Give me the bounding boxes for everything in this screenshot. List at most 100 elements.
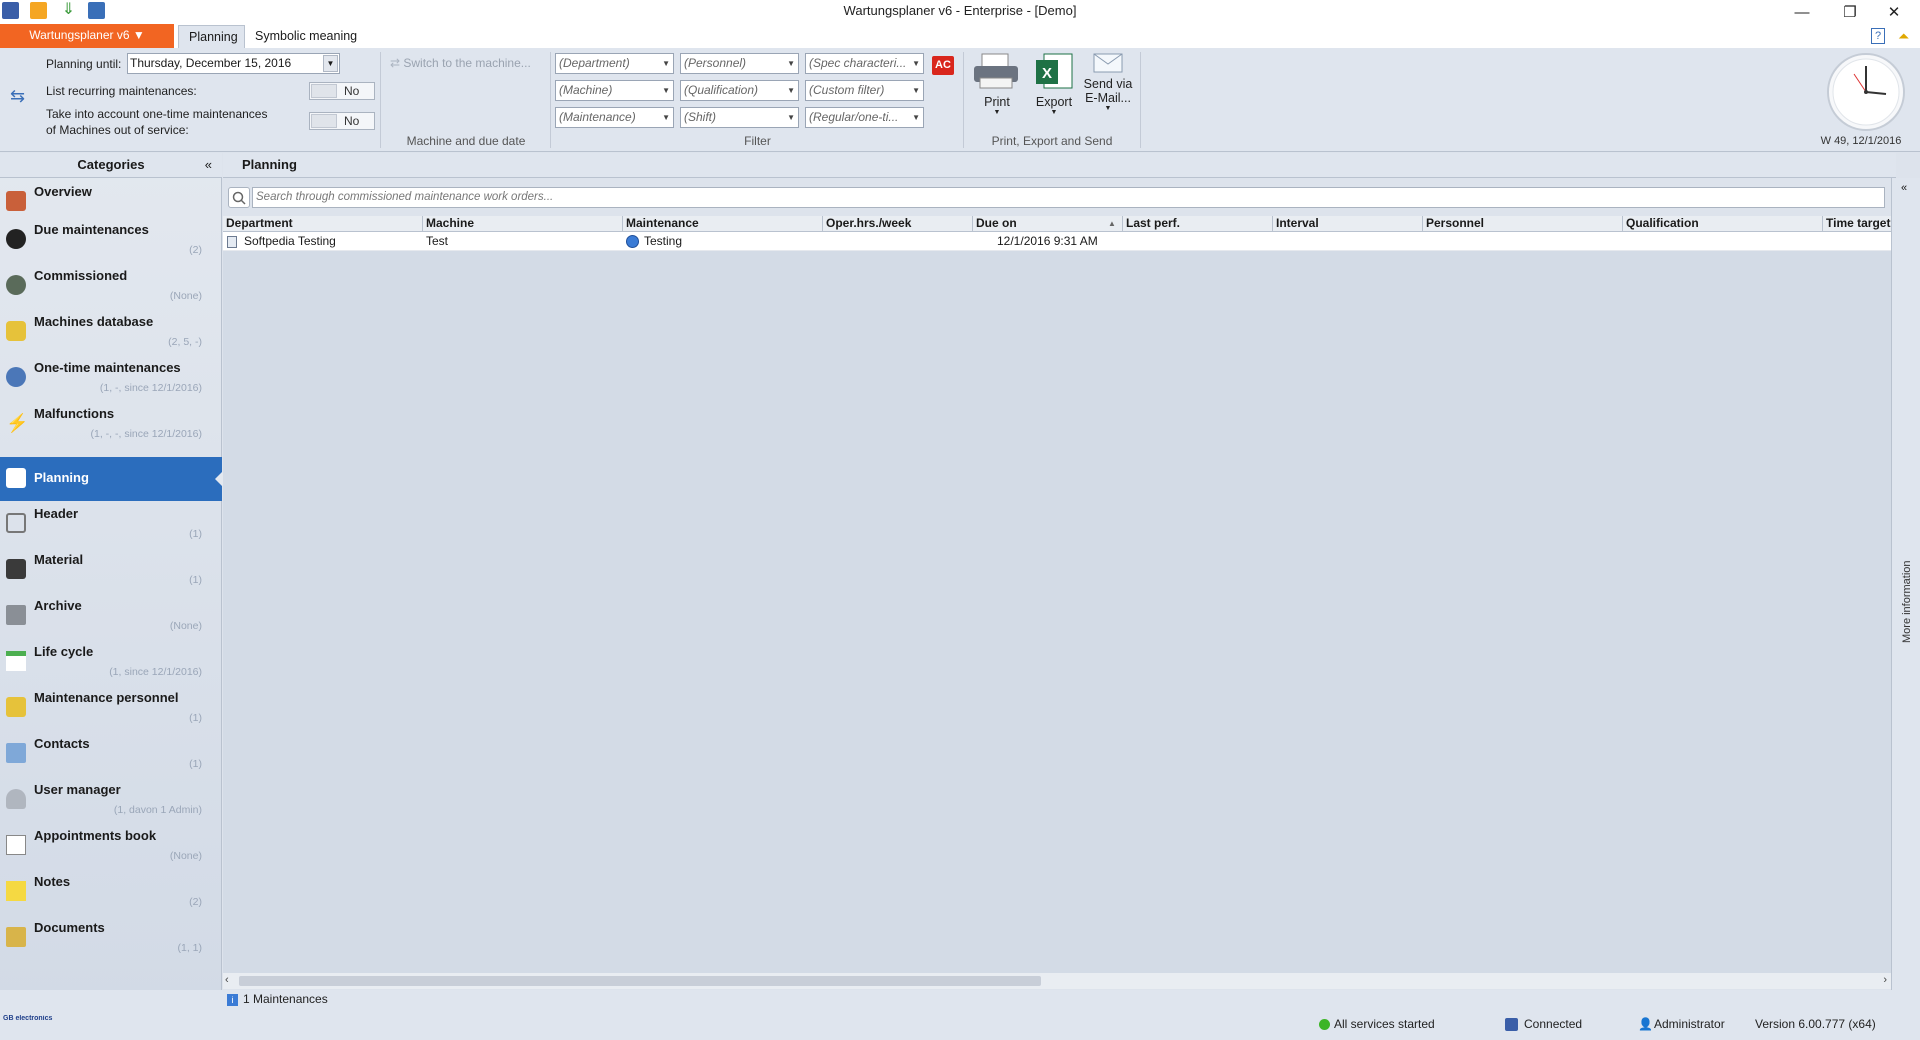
filter-machine[interactable]: (Machine) ▼: [555, 80, 674, 101]
category-count: (2): [189, 244, 202, 256]
column-header-oper-hrs[interactable]: Oper.hrs./week: [823, 216, 973, 232]
restore-button[interactable]: ❐: [1828, 0, 1872, 26]
toggle-knob: [311, 114, 337, 128]
collapse-panel-icon[interactable]: «: [205, 153, 212, 177]
lightning-icon: ⚡: [6, 413, 29, 433]
svg-text:X: X: [1042, 65, 1052, 82]
minimize-ribbon-icon[interactable]: ⏶: [1898, 28, 1909, 45]
chevron-down-icon: ▼: [1050, 109, 1058, 116]
filter-spec[interactable]: (Spec characteri... ▼: [805, 53, 924, 74]
search-input[interactable]: Search through commissioned maintenance …: [252, 187, 1885, 208]
category-documents[interactable]: Documents (1, 1): [0, 915, 222, 961]
export-button[interactable]: X Export ▼: [1030, 52, 1078, 132]
print-label: Print: [984, 95, 1010, 109]
clear-filters-button[interactable]: AC: [932, 56, 954, 75]
category-count: (1, since 12/1/2016): [109, 666, 202, 678]
category-maintenance-personnel[interactable]: Maintenance personnel (1): [0, 685, 222, 731]
list-recurring-toggle[interactable]: No: [309, 82, 375, 100]
selection-pointer: [215, 471, 223, 487]
close-button[interactable]: ✕: [1872, 0, 1916, 26]
note-icon: [6, 881, 26, 901]
category-label: Notes: [34, 874, 71, 889]
column-header-department[interactable]: Department: [223, 216, 423, 232]
chevron-down-icon[interactable]: ▼: [323, 55, 338, 72]
filter-qualification-value: (Qualification): [684, 83, 759, 97]
email-icon: [1093, 53, 1123, 73]
category-contacts[interactable]: Contacts (1): [0, 731, 222, 777]
grid-empty-area: [223, 251, 1891, 973]
category-header[interactable]: Header (1): [0, 501, 222, 547]
filter-regular-value: (Regular/one-ti...: [809, 110, 899, 124]
filter-shift[interactable]: (Shift) ▼: [680, 107, 799, 128]
switch-machine-button[interactable]: ⇄ Switch to the machine...: [390, 56, 550, 70]
more-information-panel[interactable]: « More information: [1891, 178, 1920, 990]
help-icon[interactable]: ?: [1871, 28, 1885, 44]
category-user-manager[interactable]: User manager (1, davon 1 Admin): [0, 777, 222, 823]
list-recurring-label: List recurring maintenances:: [46, 84, 197, 98]
services-ok-icon: [1319, 1019, 1330, 1030]
column-header-last-perf[interactable]: Last perf.: [1123, 216, 1273, 232]
column-header-qualification[interactable]: Qualification: [1623, 216, 1823, 232]
column-header-time-target[interactable]: Time target: [1823, 216, 1891, 232]
category-planning[interactable]: Planning: [0, 457, 223, 501]
category-notes[interactable]: Notes (2): [0, 869, 222, 915]
cell-machine: Test: [426, 234, 449, 248]
table-row[interactable]: Softpedia Testing Test Testing 12/1/2016…: [223, 232, 1891, 251]
search-icon[interactable]: [228, 187, 250, 208]
column-header-interval[interactable]: Interval: [1273, 216, 1423, 232]
category-label: Planning: [34, 470, 89, 485]
chevron-down-icon: ▼: [993, 109, 1001, 116]
planning-until-date-picker[interactable]: Thursday, December 15, 2016 ▼: [127, 53, 340, 74]
category-count: (1, davon 1 Admin): [113, 804, 202, 816]
send-email-button[interactable]: Send via E-Mail... ▼: [1082, 52, 1134, 132]
title-bar: ⇓ Wartungsplaner v6 - Enterprise - [Demo…: [0, 0, 1920, 24]
chevron-down-icon: ▼: [787, 113, 795, 122]
filter-qualification[interactable]: (Qualification) ▼: [680, 80, 799, 101]
filter-machine-value: (Machine): [559, 83, 613, 97]
category-label: User manager: [34, 782, 121, 797]
category-label: Header: [34, 506, 79, 521]
tab-symbolic-meaning[interactable]: Symbolic meaning: [245, 25, 367, 48]
filter-regular[interactable]: (Regular/one-ti... ▼: [805, 107, 924, 128]
column-header-maintenance[interactable]: Maintenance: [623, 216, 823, 232]
category-appointments-book[interactable]: Appointments book (None): [0, 823, 222, 869]
category-due-maintenances[interactable]: Due maintenances (2): [0, 217, 222, 263]
category-one-time-maintenances[interactable]: One-time maintenances (1, -, since 12/1/2…: [0, 355, 222, 401]
category-malfunctions[interactable]: ⚡ Malfunctions (1, -, -, since 12/1/2016): [0, 401, 222, 447]
category-count: (1, -, -, since 12/1/2016): [90, 428, 202, 440]
category-machines-database[interactable]: Machines database (2, 5, -): [0, 309, 222, 355]
scrollbar-thumb[interactable]: [239, 976, 1041, 986]
ribbon-separator: [550, 52, 551, 148]
print-button[interactable]: Print ▼: [972, 52, 1022, 132]
horizontal-scrollbar[interactable]: ‹ ›: [223, 973, 1891, 989]
expand-panel-icon[interactable]: «: [1901, 182, 1907, 194]
column-header-due-on[interactable]: Due on: [973, 216, 1123, 232]
ribbon: ⇆ Planning until: Thursday, December 15,…: [0, 48, 1920, 152]
calendar-icon: [6, 651, 26, 671]
column-header-personnel[interactable]: Personnel: [1423, 216, 1623, 232]
group-label-print: Print, Export and Send: [991, 134, 1113, 148]
minimize-button[interactable]: —: [1780, 0, 1824, 26]
cell-department: Softpedia Testing: [244, 234, 336, 248]
category-archive[interactable]: Archive (None): [0, 593, 222, 639]
cell-due-on: 12/1/2016 9:31 AM: [997, 234, 1098, 248]
category-count: (None): [169, 850, 202, 862]
export-label: Export: [1035, 95, 1073, 109]
filter-department[interactable]: (Department) ▼: [555, 53, 674, 74]
filter-personnel[interactable]: (Personnel) ▼: [680, 53, 799, 74]
filter-custom[interactable]: (Custom filter) ▼: [805, 80, 924, 101]
scroll-left-icon[interactable]: ‹: [225, 974, 229, 986]
personnel-icon: [6, 697, 26, 717]
app-menu-button[interactable]: Wartungsplaner v6 ▼: [0, 24, 174, 48]
filter-maintenance[interactable]: (Maintenance) ▼: [555, 107, 674, 128]
category-life-cycle[interactable]: Life cycle (1, since 12/1/2016): [0, 639, 222, 685]
filter-spec-value: (Spec characteri...: [809, 56, 907, 70]
category-label: Contacts: [34, 736, 90, 751]
category-commissioned[interactable]: Commissioned (None): [0, 263, 222, 309]
scroll-right-icon[interactable]: ›: [1883, 974, 1887, 986]
column-header-machine[interactable]: Machine: [423, 216, 623, 232]
category-material[interactable]: Material (1): [0, 547, 222, 593]
refresh-icon[interactable]: ⇆: [10, 86, 25, 107]
tab-planning[interactable]: Planning: [178, 25, 245, 48]
one-time-toggle[interactable]: No: [309, 112, 375, 130]
